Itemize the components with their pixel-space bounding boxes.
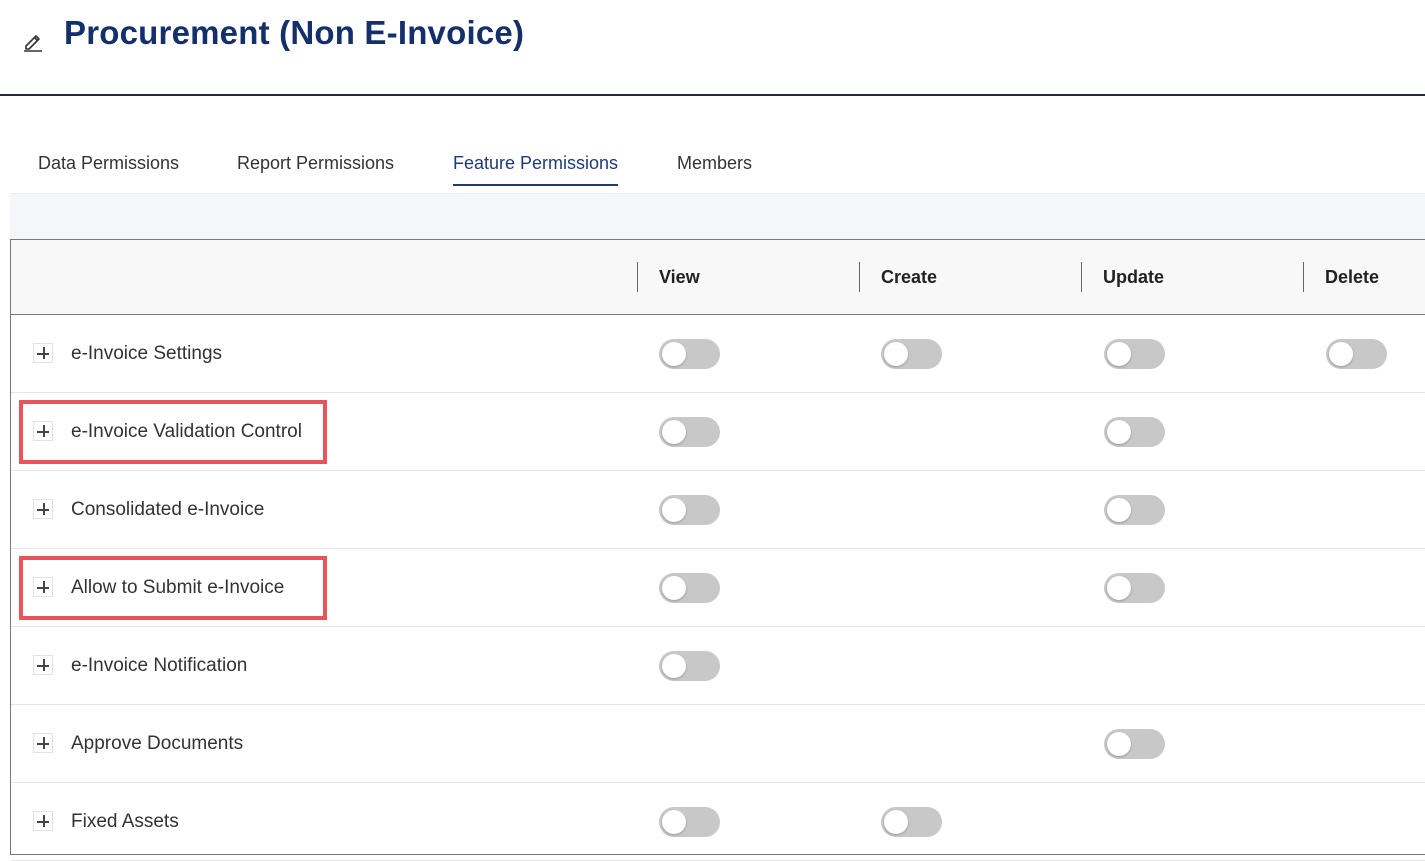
toggle-knob <box>662 498 686 522</box>
table-row: e-Invoice Validation Control <box>11 393 1425 471</box>
table-row: e-Invoice Settings <box>11 315 1425 393</box>
table-row: Allow to Submit e-Invoice <box>11 549 1425 627</box>
update-toggle[interactable] <box>1104 573 1165 603</box>
create-toggle[interactable] <box>881 339 942 369</box>
toggle-knob <box>662 810 686 834</box>
row-label: Approve Documents <box>71 733 244 754</box>
column-separator <box>637 262 638 292</box>
table-header: View Create Update Delete <box>11 240 1425 315</box>
tab-bar: Data Permissions Report Permissions Feat… <box>10 131 1425 194</box>
row-label: Allow to Submit e-Invoice <box>71 577 285 598</box>
toggle-knob <box>1107 576 1131 600</box>
expand-plus-icon[interactable] <box>33 733 53 753</box>
tab-members[interactable]: Members <box>677 153 752 184</box>
row-label: Consolidated e-Invoice <box>71 499 265 520</box>
delete-toggle[interactable] <box>1326 339 1387 369</box>
pencil-icon[interactable] <box>22 30 44 52</box>
toggle-knob <box>662 420 686 444</box>
column-label: Create <box>881 267 938 287</box>
table-row: Consolidated e-Invoice <box>11 471 1425 549</box>
expand-plus-icon[interactable] <box>33 499 53 519</box>
toggle-knob <box>662 342 686 366</box>
column-label: View <box>659 267 700 287</box>
page-title: Procurement (Non E-Invoice) <box>64 14 525 51</box>
toggle-knob <box>1107 732 1131 756</box>
table-row: Fixed Assets <box>11 783 1425 861</box>
view-toggle[interactable] <box>659 495 720 525</box>
expand-plus-icon[interactable] <box>33 421 53 441</box>
update-toggle[interactable] <box>1104 729 1165 759</box>
column-separator <box>859 262 860 292</box>
toggle-knob <box>1107 420 1131 444</box>
toggle-knob <box>884 342 908 366</box>
toggle-knob <box>662 654 686 678</box>
toggle-knob <box>1329 342 1353 366</box>
tab-report-permissions[interactable]: Report Permissions <box>237 153 394 184</box>
row-label: Fixed Assets <box>71 811 179 832</box>
view-toggle[interactable] <box>659 417 720 447</box>
table-row: Approve Documents <box>11 705 1425 783</box>
column-separator <box>1303 262 1304 292</box>
update-toggle[interactable] <box>1104 417 1165 447</box>
column-label: Update <box>1103 267 1165 287</box>
permissions-table: View Create Update Delete e-Invoice Sett… <box>10 239 1425 861</box>
row-label: e-Invoice Validation Control <box>71 421 302 442</box>
create-toggle[interactable] <box>881 807 942 837</box>
tab-feature-permissions[interactable]: Feature Permissions <box>453 153 619 186</box>
expand-plus-icon[interactable] <box>33 655 53 675</box>
view-toggle[interactable] <box>659 807 720 837</box>
view-toggle[interactable] <box>659 651 720 681</box>
toggle-knob <box>1107 498 1131 522</box>
expand-plus-icon[interactable] <box>33 577 53 597</box>
table-row: e-Invoice Notification <box>11 627 1425 705</box>
column-label: Delete <box>1325 267 1380 287</box>
expand-plus-icon[interactable] <box>33 811 53 831</box>
update-toggle[interactable] <box>1104 339 1165 369</box>
view-toggle[interactable] <box>659 339 720 369</box>
page-header: Procurement (Non E-Invoice) <box>0 0 1425 96</box>
toggle-knob <box>884 810 908 834</box>
row-label: e-Invoice Notification <box>71 655 248 676</box>
column-separator <box>1081 262 1082 292</box>
toggle-knob <box>1107 342 1131 366</box>
toggle-knob <box>662 576 686 600</box>
row-label: e-Invoice Settings <box>71 343 223 364</box>
tab-data-permissions[interactable]: Data Permissions <box>38 153 179 184</box>
view-toggle[interactable] <box>659 573 720 603</box>
update-toggle[interactable] <box>1104 495 1165 525</box>
expand-plus-icon[interactable] <box>33 343 53 363</box>
